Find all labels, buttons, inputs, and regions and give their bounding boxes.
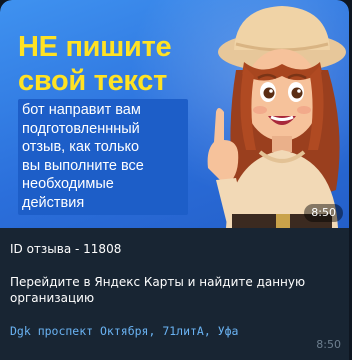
review-id-text: ID отзыва - 11808: [10, 242, 122, 256]
message-image[interactable]: НЕ пишите свой текст бот направит вам по…: [0, 0, 349, 228]
instruction-text: Перейдите в Яндекс Карты и найдите данну…: [10, 275, 306, 305]
message-bubble: НЕ пишите свой текст бот направит вам по…: [0, 0, 349, 360]
girl-illustration: [207, 6, 346, 228]
message-timestamp: 8:50: [316, 338, 341, 351]
image-body-text: бот направит вам подготовленнный отзыв, …: [22, 102, 144, 211]
message-text: ID отзыва - 11808 Перейдите в Яндекс Кар…: [0, 228, 349, 339]
address-text[interactable]: Dgk проспект Октября, 71литА, Уфа: [10, 323, 339, 339]
image-timestamp: 8:50: [304, 204, 343, 222]
image-title: НЕ пишите свой текст: [18, 31, 172, 97]
